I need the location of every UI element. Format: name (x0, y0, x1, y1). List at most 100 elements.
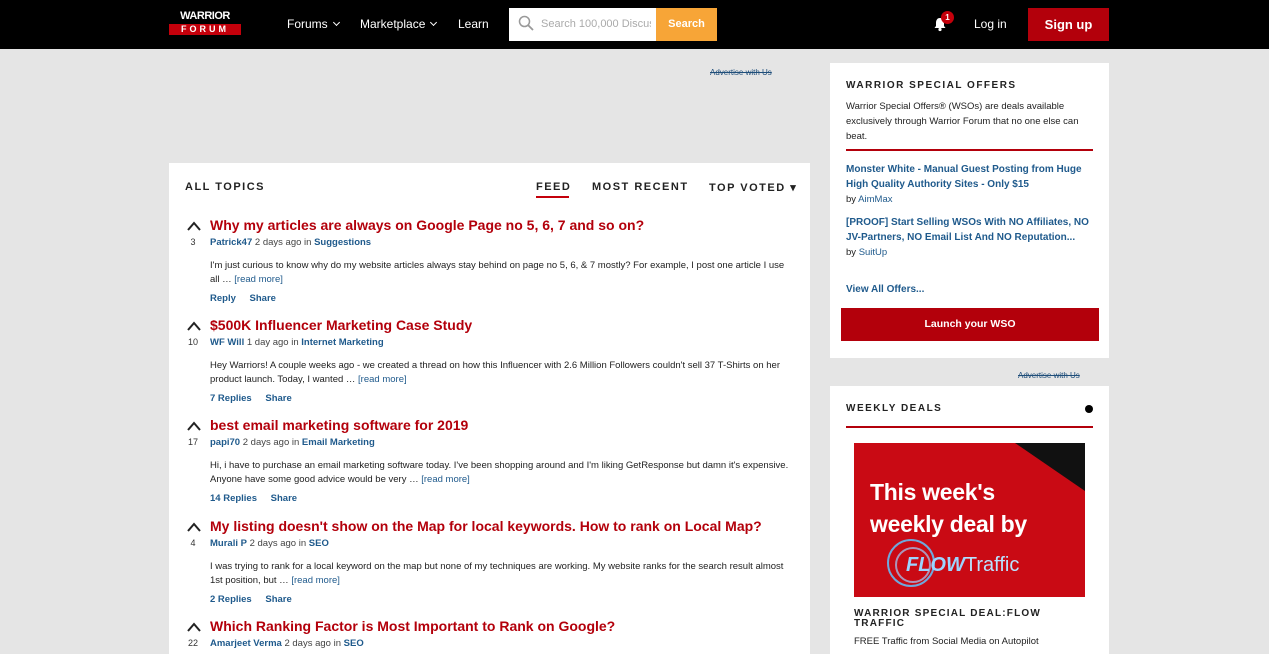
by-label: by (846, 194, 857, 205)
carousel-dot[interactable] (1085, 405, 1093, 413)
chevron-down-icon (430, 18, 438, 27)
topic-meta: WF Will 1 day ago in Internet Marketing (210, 337, 384, 348)
weekly-deals-card: WEEKLY DEALS This week's weekly deal by … (830, 386, 1109, 654)
replies-link[interactable]: 14 Replies (210, 493, 257, 504)
topic-meta: papi70 2 days ago in Email Marketing (210, 437, 375, 448)
upvote-icon[interactable] (187, 421, 201, 431)
banner-corner (1015, 443, 1085, 491)
topic-author[interactable]: papi70 (210, 437, 240, 448)
wso-offer: [PROOF] Start Selling WSOs With NO Affil… (846, 215, 1101, 260)
wso-description: Warrior Special Offers® (WSOs) are deals… (846, 101, 1079, 142)
topic-item: 22 Which Ranking Factor is Most Importan… (169, 618, 810, 654)
read-more-link[interactable]: [read more] (421, 474, 470, 485)
nav-marketplace[interactable]: Marketplace (360, 17, 438, 31)
tab-top-voted[interactable]: TOP VOTED ▾ (709, 181, 797, 194)
replies-link[interactable]: 7 Replies (210, 393, 252, 404)
chevron-down-icon (332, 18, 340, 27)
topic-excerpt: Hi, i have to purchase an email marketin… (210, 459, 790, 487)
topic-excerpt-text: I'm just curious to know why do my websi… (210, 260, 785, 285)
topic-in: in (291, 437, 300, 448)
banner-line-1: This week's (870, 479, 995, 505)
topic-excerpt-text: Hey Warriors! A couple weeks ago - we cr… (210, 360, 780, 385)
topic-time: 2 days ago (254, 237, 302, 248)
topic-excerpt: I'm just curious to know why do my websi… (210, 259, 790, 287)
topic-item: 17 best email marketing software for 201… (169, 417, 810, 509)
upvote-icon[interactable] (187, 622, 201, 632)
share-link[interactable]: Share (271, 493, 297, 504)
topic-author[interactable]: WF Will (210, 337, 244, 348)
wso-offer-byline: by SuitUp (846, 245, 1101, 260)
topic-title[interactable]: $500K Influencer Marketing Case Study (210, 317, 472, 333)
by-label: by (846, 247, 857, 258)
search-button[interactable]: Search (656, 8, 717, 41)
tab-most-recent[interactable]: MOST RECENT (592, 181, 689, 193)
wso-title: WARRIOR SPECIAL OFFERS (846, 80, 1017, 91)
topic-time: 1 day ago (246, 337, 289, 348)
topic-title[interactable]: My listing doesn't show on the Map for l… (210, 518, 762, 534)
reply-link[interactable]: Reply (210, 293, 236, 304)
topic-category[interactable]: SEO (309, 538, 329, 549)
search-input[interactable] (541, 16, 651, 32)
topic-time: 2 days ago (242, 437, 290, 448)
share-link[interactable]: Share (265, 393, 291, 404)
logo-bottom-text: FORUM (169, 24, 241, 35)
topic-actions: 7 Replies Share (210, 393, 303, 404)
share-link[interactable]: Share (250, 293, 276, 304)
banner-line-2: weekly deal by (870, 511, 1027, 537)
topic-title[interactable]: Why my articles are always on Google Pag… (210, 217, 644, 233)
topic-excerpt: Hey Warriors! A couple weeks ago - we cr… (210, 359, 790, 387)
topic-category[interactable]: Internet Marketing (301, 337, 383, 348)
topic-title[interactable]: Which Ranking Factor is Most Important t… (210, 618, 615, 634)
topic-actions: 14 Replies Share (210, 493, 308, 504)
read-more-link[interactable]: [read more] (291, 575, 340, 586)
read-more-link[interactable]: [read more] (358, 374, 407, 385)
all-topics-heading: ALL TOPICS (185, 181, 265, 193)
logo-top-text: WARRIOR (180, 10, 230, 22)
wso-seller[interactable]: AimMax (858, 194, 892, 205)
upvote-icon[interactable] (187, 221, 201, 231)
topic-actions: Reply Share (210, 293, 287, 304)
weekly-deal-banner[interactable]: This week's weekly deal by FLOWTraffic (854, 443, 1085, 597)
topic-item: 4 My listing doesn't show on the Map for… (169, 518, 810, 610)
deal-title[interactable]: WARRIOR SPECIAL DEAL:FLOW TRAFFIC (854, 609, 1094, 629)
nav-forums[interactable]: Forums (287, 17, 340, 31)
top-nav: WARRIOR FORUM Forums Marketplace Learn S… (0, 0, 1269, 49)
topic-category[interactable]: Email Marketing (302, 437, 375, 448)
launch-wso-button[interactable]: Launch your WSO (841, 308, 1099, 341)
warrior-forum-logo[interactable]: WARRIOR FORUM (169, 11, 241, 35)
tab-feed[interactable]: FEED (536, 181, 571, 193)
wso-offer-title[interactable]: [PROOF] Start Selling WSOs With NO Affil… (846, 215, 1101, 245)
search-box (509, 8, 656, 41)
topic-in: in (298, 538, 307, 549)
topic-author[interactable]: Amarjeet Verma (210, 638, 282, 649)
signup-button[interactable]: Sign up (1028, 8, 1109, 41)
weekly-deals-title: WEEKLY DEALS (846, 403, 943, 414)
wso-seller[interactable]: SuitUp (859, 247, 888, 258)
topic-meta: Patrick47 2 days ago in Suggestions (210, 237, 371, 248)
upvote-icon[interactable] (187, 522, 201, 532)
topic-title[interactable]: best email marketing software for 2019 (210, 417, 468, 433)
view-all-offers-link[interactable]: View All Offers... (846, 284, 924, 295)
topic-item: 3 Why my articles are always on Google P… (169, 217, 810, 309)
replies-link[interactable]: 2 Replies (210, 594, 252, 605)
share-link[interactable]: Share (265, 594, 291, 605)
read-more-link[interactable]: [read more] (234, 274, 283, 285)
warrior-special-offers-card: WARRIOR SPECIAL OFFERS Warrior Special O… (830, 63, 1109, 358)
advertise-link-sidebar[interactable]: Advertise with Us (1018, 371, 1080, 380)
brand-bold: FLOW (906, 554, 965, 576)
nav-learn[interactable]: Learn (458, 17, 489, 31)
topic-author[interactable]: Murali P (210, 538, 247, 549)
topic-meta: Amarjeet Verma 2 days ago in SEO (210, 638, 364, 649)
topic-time: 2 days ago (249, 538, 297, 549)
topic-category[interactable]: Suggestions (314, 237, 371, 248)
wso-offer-title[interactable]: Monster White - Manual Guest Posting fro… (846, 162, 1101, 192)
topic-category[interactable]: SEO (344, 638, 364, 649)
flow-traffic-logo-text: FLOWTraffic (906, 554, 1019, 576)
topic-author[interactable]: Patrick47 (210, 237, 252, 248)
topic-in: in (304, 237, 312, 248)
advertise-link[interactable]: Advertise with Us (710, 68, 772, 77)
upvote-icon[interactable] (187, 321, 201, 331)
vote-count: 17 (187, 437, 198, 447)
login-link[interactable]: Log in (974, 17, 1007, 31)
topic-time: 2 days ago (284, 638, 331, 649)
